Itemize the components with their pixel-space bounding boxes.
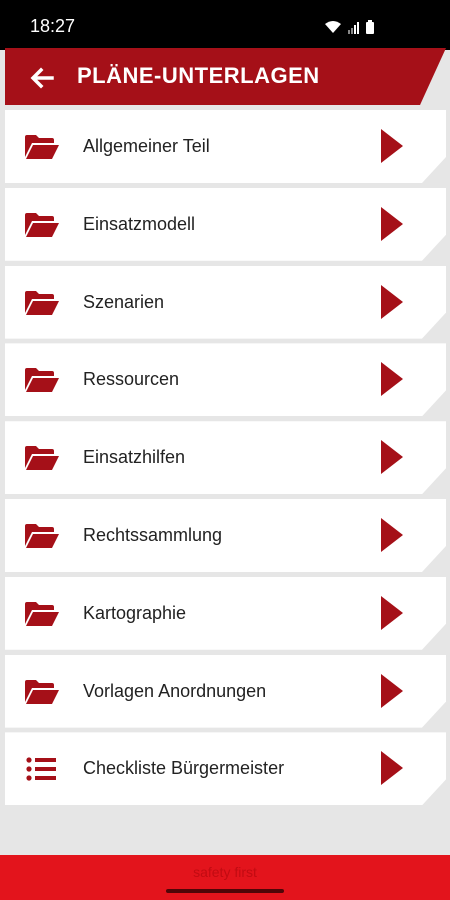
- list-item-rechtssammlung[interactable]: Rechtssammlung: [5, 499, 446, 572]
- arrow-left-icon: [30, 67, 54, 89]
- chevron-right-icon: [381, 751, 403, 785]
- chevron-right-icon: [381, 362, 403, 396]
- list-icon: [25, 757, 59, 781]
- list-item-einsatzmodell[interactable]: Einsatzmodell: [5, 188, 446, 261]
- list-item-vorlagen-anordnungen[interactable]: Vorlagen Anordnungen: [5, 655, 446, 728]
- list-item-label: Allgemeiner Teil: [83, 136, 210, 156]
- folder-open-icon: [25, 602, 59, 626]
- chevron-right-icon: [381, 440, 403, 474]
- list-item-label: Einsatzhilfen: [83, 447, 186, 468]
- footer-text: safety first: [193, 864, 257, 880]
- list-item-ressourcen[interactable]: Ressourcen: [5, 343, 446, 416]
- chevron-right-icon: [381, 285, 403, 319]
- list-item-einsatzhilfen[interactable]: Einsatzhilfen: [5, 421, 446, 494]
- list-item-szenarien[interactable]: Szenarien: [5, 266, 446, 339]
- app-header: PLÄNE-UNTERLAGEN: [5, 48, 446, 105]
- gesture-nav-handle[interactable]: [166, 889, 284, 893]
- back-button[interactable]: [25, 63, 59, 93]
- list-item-kartographie[interactable]: Kartographie: [5, 577, 446, 650]
- list-item-label: Szenarien: [83, 291, 165, 312]
- page-title: PLÄNE-UNTERLAGEN: [77, 63, 320, 88]
- menu-list: Allgemeiner Teil Einsatzmodell Szenarien…: [5, 110, 446, 810]
- chevron-right-icon: [381, 596, 403, 630]
- wifi-icon: [325, 21, 341, 33]
- status-icons: [324, 18, 374, 34]
- chevron-right-icon: [381, 207, 403, 241]
- signal-icon: [348, 22, 359, 34]
- folder-open-icon: [25, 446, 59, 470]
- battery-icon: [366, 20, 374, 34]
- list-item-label: Kartographie: [83, 602, 187, 623]
- list-item-label: Vorlagen Anordnungen: [83, 680, 267, 701]
- list-item-label: Einsatzmodell: [83, 213, 196, 234]
- folder-open-icon: [25, 680, 59, 704]
- chevron-right-icon: [381, 129, 403, 163]
- list-item-label: Ressourcen: [83, 369, 180, 390]
- folder-open-icon: [25, 368, 59, 392]
- folder-open-icon: [25, 213, 59, 237]
- folder-open-icon: [25, 524, 59, 548]
- status-bar: 18:27: [0, 0, 450, 50]
- list-item-label: Checkliste Bürgermeister: [83, 758, 285, 779]
- status-time: 18:27: [30, 16, 76, 36]
- folder-open-icon: [25, 291, 59, 315]
- chevron-right-icon: [381, 518, 403, 552]
- list-item-checkliste-buergermeister[interactable]: Checkliste Bürgermeister: [5, 732, 446, 805]
- list-item-allgemeiner-teil[interactable]: Allgemeiner Teil: [5, 110, 446, 183]
- folder-open-icon: [25, 135, 59, 159]
- footer-banner: safety first: [0, 855, 450, 900]
- chevron-right-icon: [381, 674, 403, 708]
- list-item-label: Rechtssammlung: [83, 524, 223, 545]
